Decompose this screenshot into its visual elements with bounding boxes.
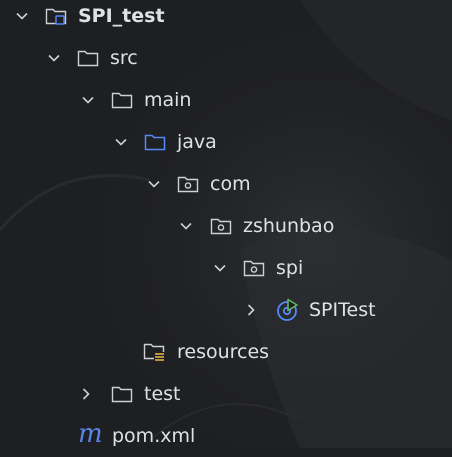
package-icon bbox=[242, 256, 266, 280]
tree-row-main[interactable]: main bbox=[0, 79, 452, 121]
chevron-right-icon[interactable] bbox=[76, 384, 96, 404]
package-label: zshunbao bbox=[243, 215, 335, 237]
folder-label: src bbox=[110, 47, 138, 69]
chevron-right-icon[interactable] bbox=[241, 300, 261, 320]
chevron-down-icon[interactable] bbox=[12, 6, 32, 26]
folder-icon bbox=[76, 46, 100, 70]
project-folder-icon bbox=[44, 4, 68, 28]
folder-label: main bbox=[144, 89, 192, 111]
resources-folder-icon bbox=[143, 340, 167, 364]
chevron-down-icon[interactable] bbox=[210, 258, 230, 278]
tree-row-java[interactable]: java bbox=[0, 121, 452, 163]
tree-row-spitest[interactable]: SPITest bbox=[0, 289, 452, 331]
source-root-folder-icon bbox=[143, 130, 167, 154]
package-label: com bbox=[210, 173, 251, 195]
tree-row-src[interactable]: src bbox=[0, 37, 452, 79]
package-icon bbox=[209, 214, 233, 238]
chevron-down-icon[interactable] bbox=[176, 216, 196, 236]
folder-label: java bbox=[177, 131, 217, 153]
folder-label: resources bbox=[177, 341, 270, 363]
tree-row-spi[interactable]: spi bbox=[0, 247, 452, 289]
tree-row-project[interactable]: SPI_test bbox=[0, 0, 452, 37]
folder-label: test bbox=[144, 383, 181, 405]
tree-row-test[interactable]: test bbox=[0, 373, 452, 415]
tree-row-resources[interactable]: resources bbox=[0, 331, 452, 373]
package-icon bbox=[176, 172, 200, 196]
package-label: spi bbox=[276, 257, 304, 279]
maven-icon: m bbox=[78, 419, 103, 449]
project-tree: SPI_test src main java com zshunbao spi … bbox=[0, 0, 452, 449]
chevron-down-icon[interactable] bbox=[144, 174, 164, 194]
test-class-icon bbox=[275, 298, 299, 322]
chevron-down-icon[interactable] bbox=[111, 132, 131, 152]
tree-row-com[interactable]: com bbox=[0, 163, 452, 205]
tree-row-pom[interactable]: m pom.xml bbox=[0, 415, 452, 457]
project-name: SPI_test bbox=[78, 5, 165, 27]
chevron-down-icon[interactable] bbox=[44, 48, 64, 68]
chevron-down-icon[interactable] bbox=[78, 90, 98, 110]
class-label: SPITest bbox=[309, 299, 376, 321]
folder-icon bbox=[110, 88, 134, 112]
tree-row-zshunbao[interactable]: zshunbao bbox=[0, 205, 452, 247]
folder-icon bbox=[110, 382, 134, 406]
file-label: pom.xml bbox=[112, 425, 196, 447]
